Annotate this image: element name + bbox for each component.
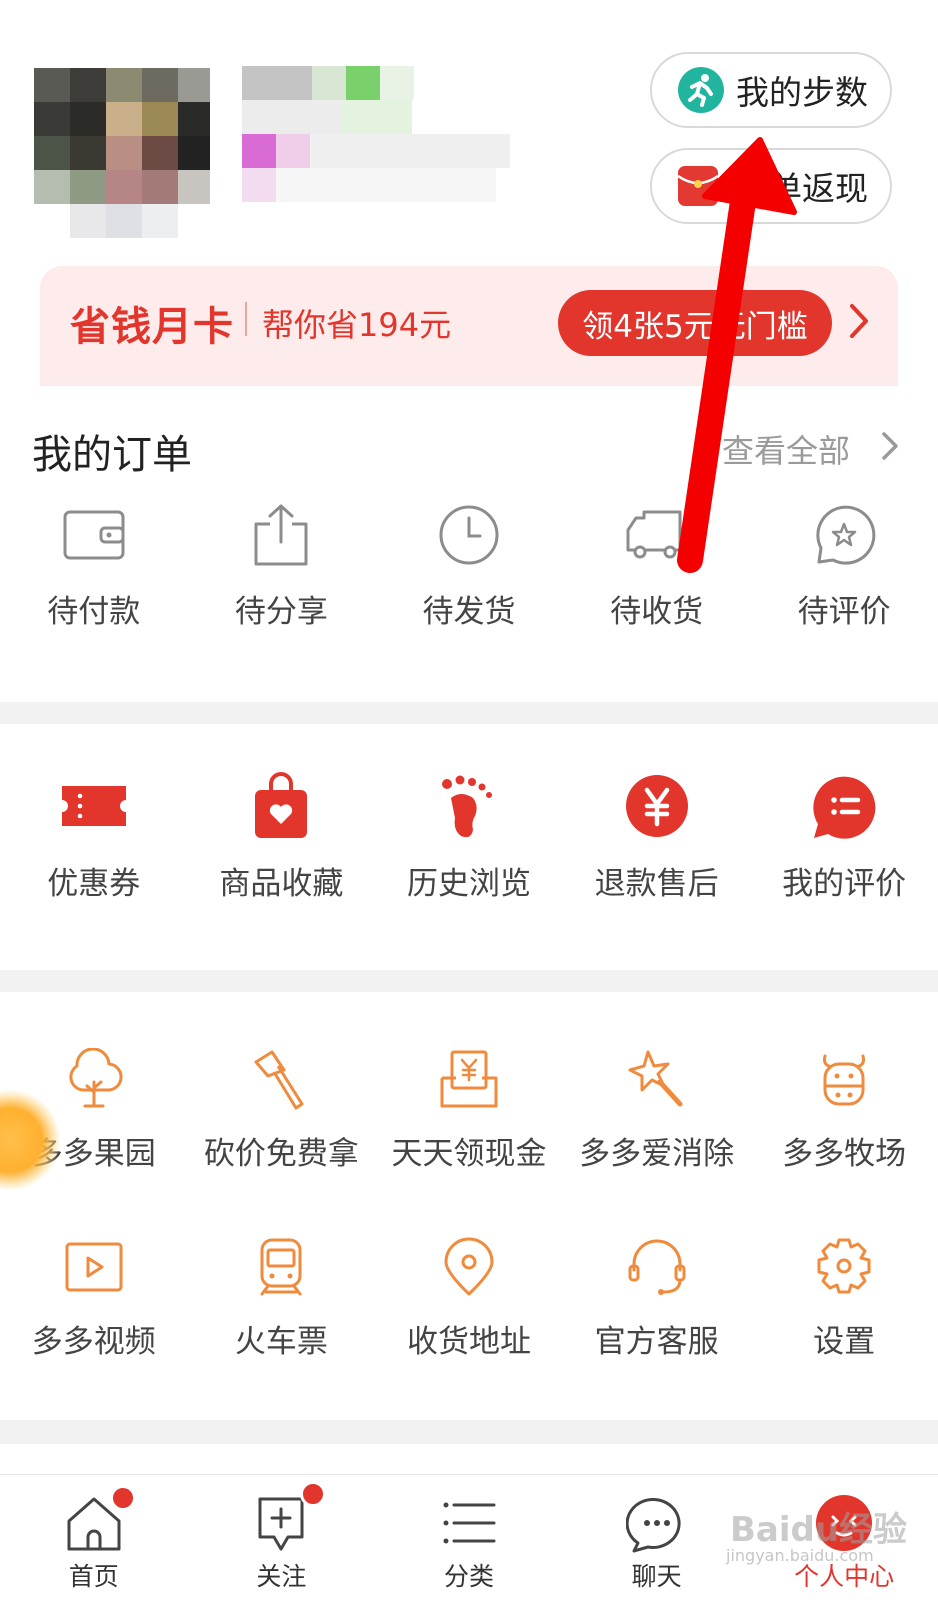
nickname-blurred xyxy=(242,66,532,216)
features-section: 多多果园 砍价免费拿 天天领现金 多多爱消除 多多牧场 多多视频 火车票 收货地… xyxy=(0,992,938,1420)
chevron-right-icon[interactable] xyxy=(880,426,900,466)
feature-label: 多多牧场 xyxy=(782,1136,907,1172)
avatar[interactable] xyxy=(34,42,210,238)
nav-home[interactable]: 首页 xyxy=(0,1475,188,1600)
heart-bag-icon xyxy=(255,772,308,838)
order-status-pending-share[interactable]: 待分享 xyxy=(188,502,376,631)
service-label: 我的评价 xyxy=(782,866,907,902)
nav-label: 首页 xyxy=(68,1562,119,1591)
notification-badge xyxy=(299,1481,326,1507)
train-icon xyxy=(260,1238,302,1296)
magic-wand-icon xyxy=(628,1050,683,1107)
star-bubble-icon xyxy=(816,505,876,565)
feature-label: 多多爱消除 xyxy=(579,1136,735,1172)
service-label: 商品收藏 xyxy=(219,866,344,902)
red-envelope-icon xyxy=(677,166,719,206)
wallet-icon xyxy=(63,510,125,560)
savings-card[interactable]: 省钱月卡 帮你省194元 领4张5元无门槛 xyxy=(40,266,898,396)
nav-category[interactable]: 分类 xyxy=(375,1475,563,1600)
footprint-icon xyxy=(441,775,492,838)
card-divider xyxy=(245,302,247,336)
view-all-orders-link[interactable]: 查看全部 xyxy=(722,426,850,472)
cash-envelope-icon xyxy=(440,1050,498,1108)
orders-title: 我的订单 xyxy=(32,432,192,478)
nav-chat[interactable]: 聊天 xyxy=(563,1475,751,1600)
savings-card-subtitle: 帮你省194元 xyxy=(262,306,452,344)
chevron-right-icon xyxy=(850,304,868,338)
my-reviews-entry[interactable]: 我的评价 xyxy=(750,772,938,903)
section-divider xyxy=(0,1420,938,1444)
settings-entry[interactable]: 设置 xyxy=(750,1236,938,1361)
profile-header: 我的步数 晒单返现 省钱月卡 帮你省194元 领4张5元无门槛 xyxy=(0,0,938,396)
my-steps-button[interactable]: 我的步数 xyxy=(650,52,892,128)
running-icon xyxy=(678,67,724,113)
chat-icon xyxy=(625,1498,681,1553)
axe-icon xyxy=(254,1050,304,1110)
coupons-entry[interactable]: 优惠券 xyxy=(0,772,188,903)
headset-icon xyxy=(628,1239,686,1295)
ranch-entry[interactable]: 多多牧场 xyxy=(750,1048,938,1173)
rebate-button[interactable]: 晒单返现 xyxy=(650,148,892,224)
feature-label: 多多视频 xyxy=(31,1324,156,1360)
order-status-pending-review[interactable]: 待评价 xyxy=(750,502,938,631)
category-icon xyxy=(443,1502,496,1544)
comment-icon xyxy=(813,776,876,839)
rebate-label: 晒单返现 xyxy=(736,169,868,208)
services-section: 优惠券 商品收藏 历史浏览 退款售后 我的评价 xyxy=(0,724,938,970)
claim-coupons-button[interactable]: 领4张5元无门槛 xyxy=(558,290,832,356)
my-steps-label: 我的步数 xyxy=(736,73,868,112)
feature-label: 火车票 xyxy=(234,1324,328,1360)
daily-cash-entry[interactable]: 天天领现金 xyxy=(375,1048,563,1173)
coupon-icon xyxy=(61,786,126,826)
train-tickets-entry[interactable]: 火车票 xyxy=(188,1236,376,1361)
nav-label: 分类 xyxy=(443,1562,494,1591)
video-icon xyxy=(65,1242,123,1292)
order-status-label: 待发货 xyxy=(422,594,516,630)
feature-label: 官方客服 xyxy=(594,1324,719,1360)
favorites-entry[interactable]: 商品收藏 xyxy=(188,772,376,903)
watermark-url: jingyan.baidu.com xyxy=(726,1546,874,1565)
customer-service-entry[interactable]: 官方客服 xyxy=(563,1236,751,1361)
order-status-label: 待收货 xyxy=(610,594,704,630)
clock-icon xyxy=(439,505,499,565)
order-status-label: 待评价 xyxy=(797,594,891,630)
feature-label: 砍价免费拿 xyxy=(203,1136,359,1172)
nav-label: 关注 xyxy=(256,1562,307,1591)
notification-badge xyxy=(110,1485,136,1511)
content-spacer xyxy=(0,1444,938,1474)
share-icon xyxy=(254,504,308,566)
video-entry[interactable]: 多多视频 xyxy=(0,1236,188,1361)
order-status-label: 待付款 xyxy=(47,594,141,630)
orders-section: 我的订单 查看全部 待付款 待分享 待发货 待收货 待评价 xyxy=(0,386,938,702)
service-label: 优惠券 xyxy=(47,866,141,902)
order-status-pending-payment[interactable]: 待付款 xyxy=(0,502,188,631)
match-game-entry[interactable]: 多多爱消除 xyxy=(563,1048,751,1173)
shipping-address-entry[interactable]: 收货地址 xyxy=(375,1236,563,1361)
service-label: 历史浏览 xyxy=(406,866,531,902)
order-status-label: 待分享 xyxy=(234,594,328,630)
history-entry[interactable]: 历史浏览 xyxy=(375,772,563,903)
gear-icon xyxy=(817,1238,871,1294)
service-label: 退款售后 xyxy=(594,866,719,902)
yuan-icon xyxy=(625,775,688,837)
location-icon xyxy=(444,1237,494,1296)
savings-card-title: 省钱月卡 xyxy=(70,304,234,350)
order-status-pending-shipment[interactable]: 待发货 xyxy=(375,502,563,631)
cow-icon xyxy=(823,1054,866,1106)
section-divider xyxy=(0,702,938,724)
feature-label: 天天领现金 xyxy=(391,1136,547,1172)
nav-label: 聊天 xyxy=(631,1562,682,1591)
feature-label: 收货地址 xyxy=(406,1324,531,1360)
order-status-pending-receipt[interactable]: 待收货 xyxy=(563,502,751,631)
refund-entry[interactable]: 退款售后 xyxy=(563,772,751,903)
watermark-text: Baidu经验 xyxy=(730,1510,908,1550)
truck-icon xyxy=(626,510,682,559)
bargain-entry[interactable]: 砍价免费拿 xyxy=(188,1048,376,1173)
nav-follow[interactable]: 关注 xyxy=(188,1475,376,1600)
tree-icon xyxy=(69,1048,123,1108)
section-divider xyxy=(0,970,938,992)
feature-label: 设置 xyxy=(813,1324,876,1360)
